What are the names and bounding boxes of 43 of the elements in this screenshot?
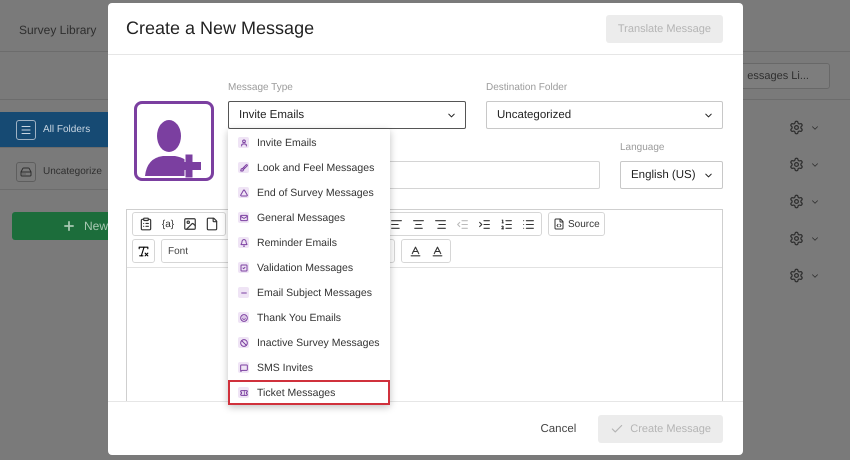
menu-item[interactable]: Thank You Emails — [228, 305, 390, 330]
settings-icon[interactable] — [789, 231, 804, 246]
menu-item[interactable]: End of Survey Messages — [228, 180, 390, 205]
settings-icon[interactable] — [789, 120, 804, 135]
clear-format-icon[interactable] — [132, 239, 155, 263]
image-icon[interactable] — [181, 215, 199, 233]
piped-text-button[interactable]: {a} — [159, 215, 177, 233]
user-plus-icon — [134, 101, 214, 181]
settings-icon[interactable] — [789, 157, 804, 172]
field-label: Destination Folder — [486, 82, 568, 94]
code-file-icon — [553, 218, 565, 230]
source-button[interactable]: Source — [548, 212, 605, 236]
menu-item[interactable]: SMS Invites — [228, 355, 390, 380]
settings-icon[interactable] — [789, 268, 804, 283]
message-type-icon — [238, 312, 249, 323]
settings-icon[interactable] — [789, 194, 804, 209]
menu-item[interactable]: Inactive Survey Messages — [228, 330, 390, 355]
message-type-icon — [238, 262, 249, 273]
folder-label: Uncategorize — [43, 166, 102, 177]
drive-icon — [16, 162, 36, 182]
plus-icon — [62, 219, 76, 233]
message-type-icon — [238, 362, 249, 373]
dialog-title: Create a New Message — [126, 18, 314, 39]
menu-item[interactable]: Ticket Messages — [228, 380, 390, 405]
list-icon — [16, 120, 36, 140]
field-label: Language — [620, 142, 666, 154]
message-type-icon — [238, 187, 249, 198]
message-type-select[interactable]: Invite Emails — [228, 101, 466, 129]
menu-item[interactable]: Email Subject Messages — [228, 280, 390, 305]
message-type-icon — [238, 287, 249, 298]
message-type-icon — [238, 137, 249, 148]
message-type-icon — [238, 212, 249, 223]
field-label: Message Type — [228, 82, 294, 94]
message-type-icon — [238, 387, 249, 398]
language-select[interactable]: English (US) — [620, 161, 723, 189]
destination-folder-select[interactable]: Uncategorized — [486, 101, 723, 129]
message-type-icon — [238, 337, 249, 348]
menu-item[interactable]: Look and Feel Messages — [228, 155, 390, 180]
message-type-icon — [238, 162, 249, 173]
cancel-button[interactable]: Cancel — [534, 422, 582, 436]
message-type-icon — [238, 237, 249, 248]
folder-label: All Folders — [43, 124, 90, 135]
menu-item[interactable]: Invite Emails — [228, 130, 390, 155]
